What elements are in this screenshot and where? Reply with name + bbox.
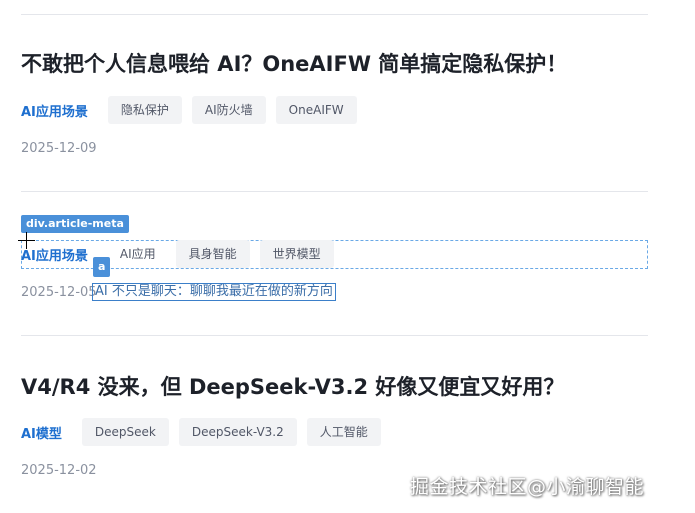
article-meta: AI应用场景 AI应用 具身智能 世界模型: [21, 240, 344, 268]
article-tag[interactable]: DeepSeek: [81, 418, 169, 446]
inspector-meta-label: div.article-meta: [21, 215, 129, 233]
article-date: 2025-12-09: [21, 141, 97, 156]
inspector-link-label: a: [93, 257, 111, 277]
article-tag[interactable]: 世界模型: [259, 240, 334, 268]
article-title-link[interactable]: AI 不只是聊天：聊聊我最近在做的新方向: [92, 283, 336, 301]
article-tag[interactable]: OneAIFW: [275, 96, 357, 124]
article-date: 2025-12-05: [21, 285, 97, 300]
divider-top: [21, 14, 648, 15]
watermark: 掘金技术社区@小渝聊智能: [410, 476, 645, 498]
divider: [21, 191, 648, 192]
article-category[interactable]: AI应用场景: [21, 101, 88, 120]
article-tag[interactable]: 隐私保护: [107, 96, 182, 124]
article-meta: AI模型 DeepSeek DeepSeek-V3.2 人工智能: [21, 418, 391, 446]
article-tag[interactable]: 具身智能: [175, 240, 250, 268]
article-tag[interactable]: AI应用: [108, 240, 168, 268]
article-title[interactable]: 不敢把个人信息喂给 AI？OneAIFW 简单搞定隐私保护！: [21, 50, 567, 78]
article-category[interactable]: AI模型: [21, 423, 62, 442]
cursor-crosshair-icon: [18, 232, 35, 249]
article-title[interactable]: V4/R4 没来，但 DeepSeek-V3.2 好像又便宜又好用？: [21, 373, 564, 401]
article-tag[interactable]: 人工智能: [306, 418, 381, 446]
article-tag[interactable]: DeepSeek-V3.2: [178, 418, 297, 446]
article-date: 2025-12-02: [21, 463, 97, 478]
article-meta: AI应用场景 隐私保护 AI防火墙 OneAIFW: [21, 96, 367, 124]
divider: [21, 335, 648, 336]
article-tag[interactable]: AI防火墙: [191, 96, 266, 124]
